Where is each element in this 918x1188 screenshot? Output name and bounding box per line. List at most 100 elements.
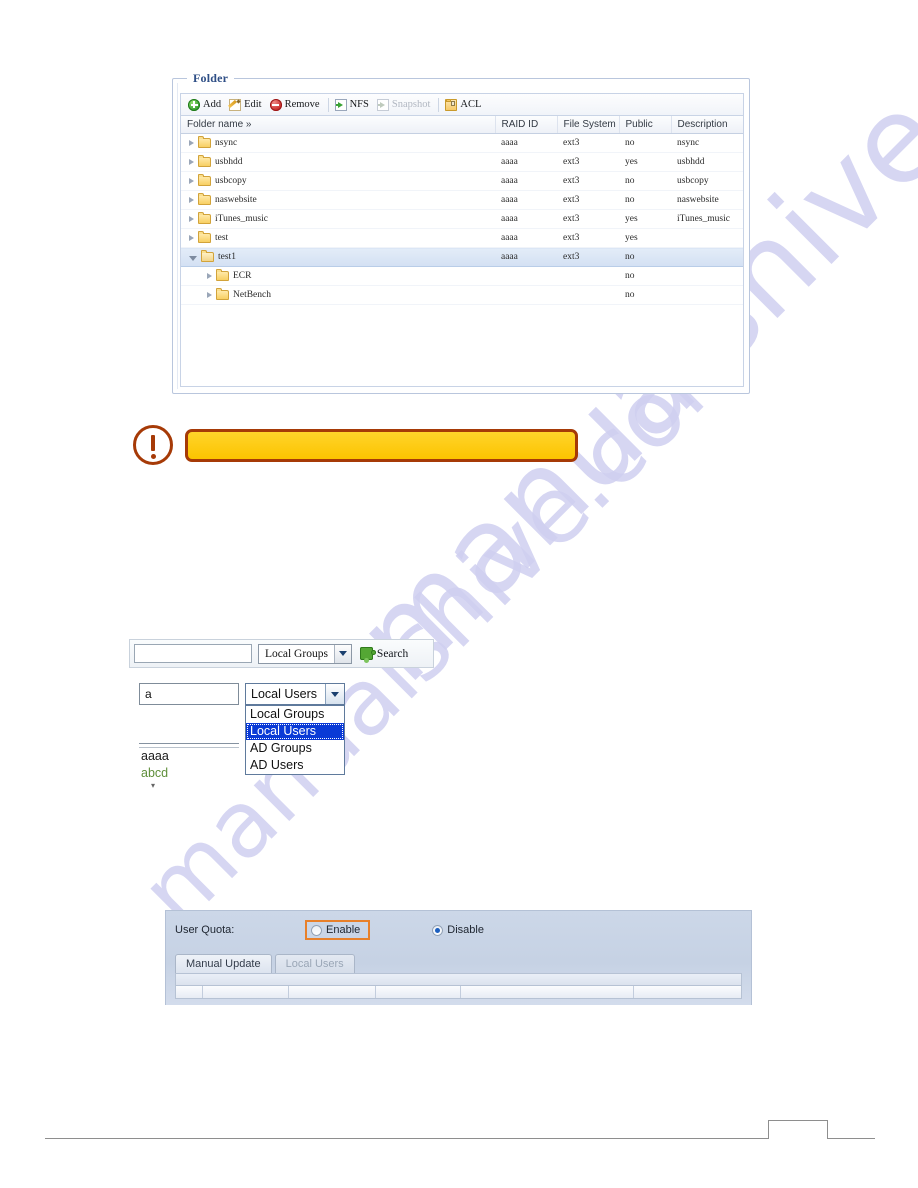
table-row[interactable]: test1 aaaa ext3 no xyxy=(181,247,743,267)
toolbar-nfs-button[interactable]: NFS xyxy=(332,98,374,112)
toolbar-acl-button[interactable]: ACL xyxy=(442,98,486,112)
acl-folder-lock-icon xyxy=(445,98,458,111)
folder-name-label: ECR xyxy=(233,271,252,281)
chevron-down-icon[interactable] xyxy=(333,644,351,663)
pencil-edit-icon xyxy=(229,98,242,111)
folder-icon xyxy=(198,231,211,243)
description-cell: nsync xyxy=(671,133,743,153)
note-callout-box xyxy=(185,428,578,462)
folder-icon xyxy=(198,193,211,205)
table-row[interactable]: test aaaa ext3 yes xyxy=(181,228,743,248)
dropdown-option-local-users[interactable]: Local Users xyxy=(246,723,344,740)
collapse-triangle-icon[interactable] xyxy=(189,255,197,261)
folder-name-cell: usbcopy xyxy=(181,171,495,191)
folder-toolbar: Add Edit Remove NFS Snapshot ACL xyxy=(181,94,743,116)
dropdown-option-ad-users[interactable]: AD Users xyxy=(246,757,344,774)
file-system-cell: ext3 xyxy=(557,133,619,153)
table-row[interactable]: usbcopy aaaa ext3 no usbcopy xyxy=(181,171,743,191)
tab-manual-update[interactable]: Manual Update xyxy=(175,954,272,973)
chevron-down-icon[interactable] xyxy=(325,684,344,704)
quota-column xyxy=(176,986,204,998)
quota-table-toolbar xyxy=(175,973,742,985)
footer-rule xyxy=(45,1138,875,1139)
table-row[interactable]: naswebsite aaaa ext3 no naswebsite xyxy=(181,190,743,210)
expand-triangle-icon[interactable] xyxy=(189,140,194,146)
description-cell xyxy=(671,285,743,305)
expand-triangle-icon[interactable] xyxy=(207,292,212,298)
folder-icon xyxy=(198,174,211,186)
search-scope-value: Local Groups xyxy=(265,647,328,660)
enable-radio[interactable] xyxy=(311,924,322,936)
raid-id-cell: aaaa xyxy=(495,171,557,191)
expand-triangle-icon[interactable] xyxy=(189,178,194,184)
table-row[interactable]: nsync aaaa ext3 no nsync xyxy=(181,133,743,153)
search-keyword-input[interactable] xyxy=(139,683,239,705)
column-header-folder-name[interactable]: Folder name » xyxy=(181,116,496,134)
scope-combobox-options: Local Groups Local Users AD Groups AD Users xyxy=(245,705,345,775)
quota-column xyxy=(203,986,289,998)
nfs-page-icon xyxy=(334,98,347,111)
public-cell: no xyxy=(619,171,671,191)
table-row[interactable]: iTunes_music aaaa ext3 yes iTunes_music xyxy=(181,209,743,229)
public-cell: yes xyxy=(619,152,671,172)
folder-panel: Folder Add Edit Remove NFS Snapshot ACL Folde… xyxy=(172,71,752,396)
list-item[interactable]: aaaa xyxy=(139,748,239,765)
search-result-list: aaaa abcd ▾ xyxy=(139,743,239,790)
disable-radio[interactable] xyxy=(432,924,444,936)
folder-name-cell: iTunes_music xyxy=(181,209,495,229)
column-header-file-system[interactable]: File System xyxy=(557,116,620,134)
expand-triangle-icon[interactable] xyxy=(207,273,212,279)
note-callout xyxy=(133,425,578,465)
folder-name-cell: test1 xyxy=(181,247,495,267)
scope-combobox[interactable]: Local Users xyxy=(245,683,345,705)
toolbar-edit-button[interactable]: Edit xyxy=(226,98,267,112)
toolbar-remove-button[interactable]: Remove xyxy=(267,98,325,112)
folder-name-cell: nsync xyxy=(181,133,495,153)
search-button[interactable]: Search xyxy=(359,647,408,663)
toolbar-add-button[interactable]: Add xyxy=(185,98,226,112)
search-input[interactable] xyxy=(134,644,252,663)
folder-panel-content: Add Edit Remove NFS Snapshot ACL Folder name … xyxy=(180,93,744,387)
column-header-public[interactable]: Public xyxy=(619,116,672,134)
user-quota-label: User Quota: xyxy=(175,924,235,936)
public-cell: yes xyxy=(619,228,671,248)
folder-table: Folder name » RAID ID File System Public… xyxy=(181,116,743,305)
file-system-cell xyxy=(557,266,619,286)
green-puzzle-icon xyxy=(359,647,376,663)
dropdown-option-ad-groups[interactable]: AD Groups xyxy=(246,740,344,757)
disable-radio-group[interactable]: Disable xyxy=(432,924,484,936)
table-row[interactable]: usbhdd aaaa ext3 yes usbhdd xyxy=(181,152,743,172)
column-header-raid-id[interactable]: RAID ID xyxy=(495,116,558,134)
file-system-cell: ext3 xyxy=(557,247,619,267)
dropdown-option-local-groups[interactable]: Local Groups xyxy=(246,706,344,723)
folder-name-label: iTunes_music xyxy=(215,214,268,224)
toolbar-button-label: ACL xyxy=(460,99,482,110)
expand-triangle-icon[interactable] xyxy=(189,197,194,203)
table-row[interactable]: ECR no xyxy=(181,266,743,286)
folder-icon xyxy=(198,136,211,148)
folder-name-cell: ECR xyxy=(181,266,495,286)
table-row[interactable]: NetBench no xyxy=(181,285,743,305)
toolbar-button-label: Snapshot xyxy=(391,99,431,110)
list-item[interactable]: abcd xyxy=(139,765,239,782)
file-system-cell: ext3 xyxy=(557,228,619,248)
search-scope-select[interactable]: Local Groups xyxy=(258,643,352,664)
add-circle-icon xyxy=(188,98,200,111)
folder-name-label: test1 xyxy=(218,252,236,262)
expand-triangle-icon[interactable] xyxy=(189,159,194,165)
folder-fieldset: Folder Add Edit Remove NFS Snapshot ACL Folde… xyxy=(172,71,750,394)
toolbar-snapshot-button: Snapshot xyxy=(374,98,436,112)
search-bar: Local Groups Search xyxy=(129,639,434,668)
file-system-cell xyxy=(557,285,619,305)
folder-icon xyxy=(216,269,229,281)
column-header-description[interactable]: Description xyxy=(671,116,743,134)
expand-triangle-icon[interactable] xyxy=(189,216,194,222)
toolbar-separator xyxy=(438,97,440,112)
tab-local-users[interactable]: Local Users xyxy=(274,954,355,973)
user-quota-panel: User Quota: Enable Disable Manual Update… xyxy=(165,910,752,1005)
expand-triangle-icon[interactable] xyxy=(189,235,194,241)
folder-icon xyxy=(198,155,211,167)
description-cell: naswebsite xyxy=(671,190,743,210)
quota-tabs: Manual Update Local Users xyxy=(166,949,751,973)
description-cell: usbhdd xyxy=(671,152,743,172)
